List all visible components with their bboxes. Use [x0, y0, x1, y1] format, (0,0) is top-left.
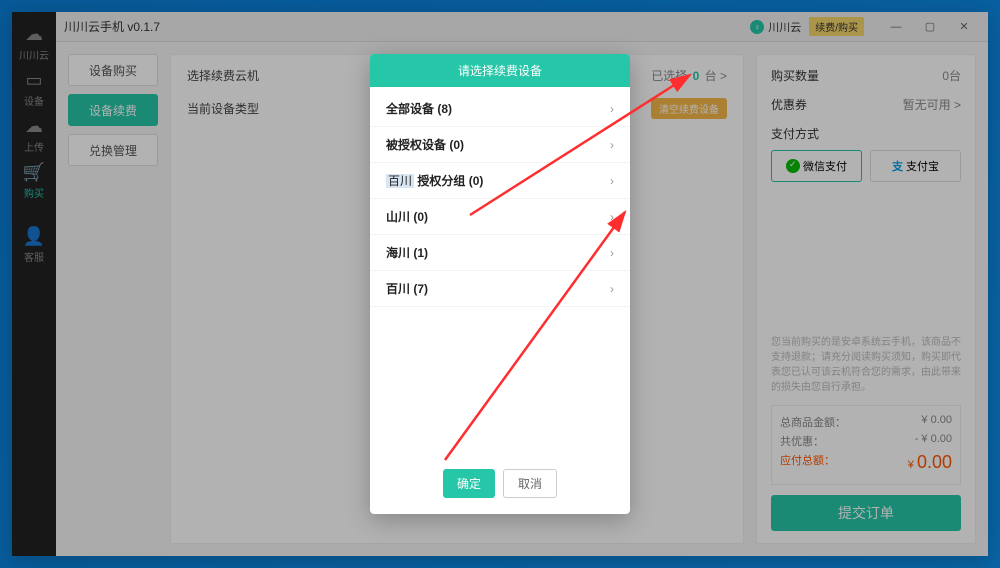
modal-cancel-button[interactable]: 取消 — [503, 469, 557, 498]
chevron-right-icon: › — [610, 282, 614, 296]
chevron-right-icon: › — [610, 210, 614, 224]
chevron-right-icon: › — [610, 246, 614, 260]
modal-item-shanchuan[interactable]: 山川 (0) › — [370, 199, 630, 235]
modal-overlay: 请选择续费设备 全部设备 (8) › 被授权设备 (0) › 百川 授权分组 (… — [0, 0, 1000, 568]
select-device-modal: 请选择续费设备 全部设备 (8) › 被授权设备 (0) › 百川 授权分组 (… — [370, 54, 630, 514]
modal-item-baichuan[interactable]: 百川 (7) › — [370, 271, 630, 307]
modal-item-haichuan[interactable]: 海川 (1) › — [370, 235, 630, 271]
chevron-right-icon: › — [610, 138, 614, 152]
chevron-right-icon: › — [610, 102, 614, 116]
modal-ok-button[interactable]: 确定 — [443, 469, 495, 498]
modal-title: 请选择续费设备 — [370, 54, 630, 87]
modal-item-all[interactable]: 全部设备 (8) › — [370, 91, 630, 127]
modal-item-baichuan-group[interactable]: 百川 授权分组 (0) › — [370, 163, 630, 199]
chevron-right-icon: › — [610, 174, 614, 188]
modal-item-authorized[interactable]: 被授权设备 (0) › — [370, 127, 630, 163]
